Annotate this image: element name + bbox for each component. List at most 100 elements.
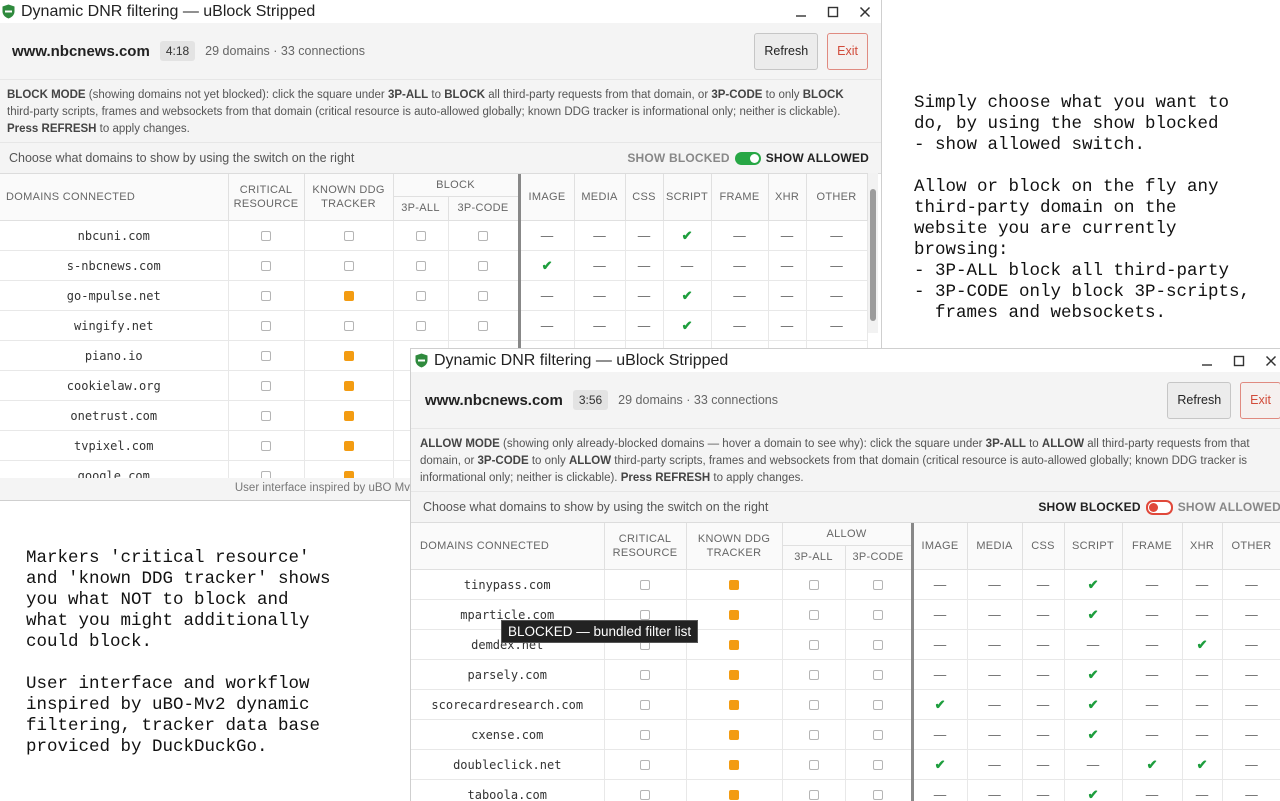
3p-code-checkbox[interactable] (873, 760, 883, 770)
3p-all-checkbox[interactable] (809, 790, 819, 800)
3p-code-cell[interactable] (845, 630, 912, 660)
3p-code-cell[interactable] (845, 660, 912, 690)
show-blocked-label[interactable]: SHOW BLOCKED (1038, 500, 1140, 514)
3p-all-cell[interactable] (393, 221, 448, 251)
3p-all-checkbox[interactable] (416, 261, 426, 271)
3p-code-cell[interactable] (845, 780, 912, 801)
maximize-icon[interactable] (1223, 350, 1255, 372)
scrollbar[interactable] (868, 173, 878, 333)
3p-all-cell[interactable] (393, 281, 448, 311)
3p-all-checkbox[interactable] (416, 231, 426, 241)
3p-code-cell[interactable] (448, 251, 519, 281)
title-bar[interactable]: Dynamic DNR filtering — uBlock Stripped (0, 0, 881, 23)
domain-name[interactable]: go-mpulse.net (0, 281, 228, 311)
3p-all-cell[interactable] (782, 660, 845, 690)
exit-button[interactable]: Exit (827, 33, 868, 70)
3p-code-checkbox[interactable] (873, 670, 883, 680)
critical-resource-cell (228, 221, 304, 251)
minimize-icon[interactable] (1191, 350, 1223, 372)
3p-all-cell[interactable] (393, 311, 448, 341)
3p-code-checkbox[interactable] (873, 580, 883, 590)
domain-name[interactable]: scorecardresearch.com (411, 690, 604, 720)
critical-resource-cell (604, 660, 686, 690)
3p-all-checkbox[interactable] (809, 760, 819, 770)
3p-all-checkbox[interactable] (809, 610, 819, 620)
show-allowed-label[interactable]: SHOW ALLOWED (1178, 500, 1280, 514)
show-blocked-label[interactable]: SHOW BLOCKED (627, 151, 729, 165)
3p-code-checkbox[interactable] (478, 231, 488, 241)
minimize-icon[interactable] (785, 1, 817, 23)
close-icon[interactable] (849, 1, 881, 23)
critical-checkbox (640, 610, 650, 620)
critical-resource-cell (228, 311, 304, 341)
table-row: wingify.net———✔——— (0, 311, 867, 341)
type-image-cell: — (912, 570, 967, 600)
3p-all-cell[interactable] (782, 750, 845, 780)
3p-all-checkbox[interactable] (809, 580, 819, 590)
3p-all-checkbox[interactable] (809, 730, 819, 740)
dash-mark: — (781, 259, 794, 273)
domain-name[interactable]: onetrust.com (0, 401, 228, 431)
3p-all-checkbox[interactable] (416, 321, 426, 331)
3p-code-cell[interactable] (845, 720, 912, 750)
3p-code-checkbox[interactable] (873, 610, 883, 620)
type-frame-cell: — (1122, 630, 1182, 660)
domain-name[interactable]: cookielaw.org (0, 371, 228, 401)
ddg-tracker-cell (304, 251, 393, 281)
3p-code-cell[interactable] (845, 570, 912, 600)
domain-name[interactable]: tvpixel.com (0, 431, 228, 461)
3p-all-checkbox[interactable] (416, 291, 426, 301)
dash-mark: — (1196, 788, 1209, 801)
scroll-thumb[interactable] (870, 189, 876, 321)
3p-code-checkbox[interactable] (873, 640, 883, 650)
domain-name[interactable]: parsely.com (411, 660, 604, 690)
3p-code-cell[interactable] (845, 600, 912, 630)
domain-name[interactable]: wingify.net (0, 311, 228, 341)
3p-all-checkbox[interactable] (809, 700, 819, 710)
3p-code-checkbox[interactable] (478, 261, 488, 271)
toggle-knob (1149, 503, 1158, 512)
3p-code-checkbox[interactable] (478, 321, 488, 331)
refresh-button[interactable]: Refresh (754, 33, 818, 70)
domain-name[interactable]: nbcuni.com (0, 221, 228, 251)
3p-code-cell[interactable] (448, 311, 519, 341)
exit-button[interactable]: Exit (1240, 382, 1280, 419)
3p-code-checkbox[interactable] (873, 730, 883, 740)
3p-code-checkbox[interactable] (873, 700, 883, 710)
3p-code-cell[interactable] (448, 221, 519, 251)
3p-all-checkbox[interactable] (809, 670, 819, 680)
type-media-cell: — (574, 251, 625, 281)
3p-all-cell[interactable] (782, 780, 845, 801)
domain-name[interactable]: s-nbcnews.com (0, 251, 228, 281)
3p-all-cell[interactable] (782, 630, 845, 660)
3p-all-cell[interactable] (782, 720, 845, 750)
show-allowed-label[interactable]: SHOW ALLOWED (766, 151, 869, 165)
3p-all-cell[interactable] (782, 570, 845, 600)
maximize-icon[interactable] (817, 1, 849, 23)
3p-all-cell[interactable] (782, 690, 845, 720)
type-frame-cell: — (1122, 570, 1182, 600)
3p-all-cell[interactable] (782, 600, 845, 630)
dash-mark: — (1245, 638, 1258, 652)
show-mode-toggle[interactable] (1146, 500, 1173, 515)
window-title: Dynamic DNR filtering — uBlock Stripped (434, 352, 728, 370)
type-image-cell: ✔ (912, 690, 967, 720)
type-css-cell: — (625, 281, 663, 311)
domain-name[interactable]: taboola.com (411, 780, 604, 801)
3p-code-checkbox[interactable] (873, 790, 883, 800)
domain-name[interactable]: piano.io (0, 341, 228, 371)
title-bar[interactable]: Dynamic DNR filtering — uBlock Stripped (411, 349, 1280, 372)
3p-code-cell[interactable] (845, 750, 912, 780)
3p-code-cell[interactable] (448, 281, 519, 311)
3p-code-checkbox[interactable] (478, 291, 488, 301)
refresh-button[interactable]: Refresh (1167, 382, 1231, 419)
3p-code-cell[interactable] (845, 690, 912, 720)
domain-name[interactable]: tinypass.com (411, 570, 604, 600)
domain-name[interactable]: cxense.com (411, 720, 604, 750)
domain-name[interactable]: doubleclick.net (411, 750, 604, 780)
table-row: scorecardresearch.com✔——✔——— (411, 690, 1280, 720)
close-icon[interactable] (1255, 350, 1280, 372)
show-mode-toggle[interactable] (735, 152, 761, 165)
3p-all-cell[interactable] (393, 251, 448, 281)
3p-all-checkbox[interactable] (809, 640, 819, 650)
